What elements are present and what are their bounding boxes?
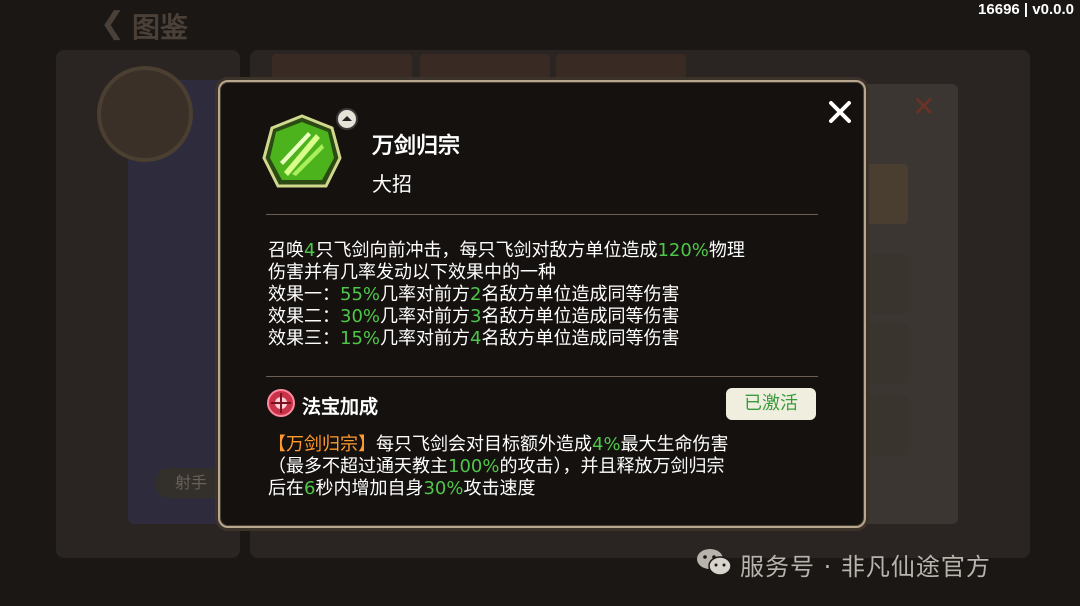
background-topbar: ❮ 图鉴 (0, 0, 1080, 48)
skill-description: 召唤4只飞剑向前冲击，每只飞剑对敌方单位造成120%物理 伤害并有几率发动以下效… (268, 240, 828, 350)
value-text: 4 (470, 328, 482, 349)
value-text: 4% (592, 434, 621, 455)
treasure-description: 【万剑归宗】每只飞剑会对目标额外造成4%最大生命伤害 （最多不超过通天教主100… (268, 434, 828, 500)
description-line: 效果三：15%几率对前方4名敌方单位造成同等伤害 (268, 328, 828, 350)
treasure-line: 后在6秒内增加自身30%攻击速度 (268, 478, 828, 500)
description-text: 效果一： (268, 284, 340, 305)
description-text: 效果二： (268, 306, 340, 327)
treasure-line: （最多不超过通天教主100%的攻击），并且释放万剑归宗 (268, 456, 828, 478)
description-text: 攻击速度 (463, 478, 536, 499)
back-arrow-icon[interactable]: ❮ (100, 6, 125, 41)
background-close-icon: ✕ (912, 90, 936, 123)
description-text: 几率对前方 (380, 306, 471, 327)
description-text: 效果三： (268, 328, 340, 349)
description-text: 每只飞剑会对目标额外造成 (376, 434, 592, 455)
version-label: 16696 | v0.0.0 (978, 1, 1074, 18)
background-button (866, 254, 908, 314)
description-text: 物理 (708, 240, 745, 261)
description-text: 几率对前方 (380, 284, 471, 305)
description-text: 名敌方单位造成同等伤害 (481, 306, 680, 327)
background-strip (420, 54, 550, 80)
value-text: 4 (304, 240, 316, 261)
watermark: 服务号 · 非凡仙途官方 (696, 544, 991, 584)
skill-name: 万剑归宗 (372, 134, 461, 159)
value-text: 100% (448, 456, 500, 477)
description-text: 伤害并有几率发动以下效果中的一种 (268, 262, 556, 283)
description-text: 秒内增加自身 (315, 478, 424, 499)
background-role-label: 射手 (156, 468, 226, 498)
value-text: 15% (340, 328, 381, 349)
treasure-line: 【万剑归宗】每只飞剑会对目标额外造成4%最大生命伤害 (268, 434, 828, 456)
description-line: 效果二：30%几率对前方3名敌方单位造成同等伤害 (268, 306, 828, 328)
value-text: 55% (340, 284, 381, 305)
description-text: 最大生命伤害 (620, 434, 729, 455)
description-line: 伤害并有几率发动以下效果中的一种 (268, 262, 828, 284)
value-text: 3 (470, 306, 482, 327)
background-avatar (97, 66, 193, 162)
background-page-title: 图鉴 (132, 11, 189, 44)
watermark-text: 服务号 · 非凡仙途官方 (740, 552, 991, 581)
close-icon[interactable] (824, 96, 856, 128)
status-badge: 已激活 (726, 388, 816, 420)
background-button (866, 164, 908, 224)
description-text: 只飞剑向前冲击，每只飞剑对敌方单位造成 (315, 240, 658, 261)
chevron-up-icon[interactable] (336, 108, 358, 130)
treasure-icon (266, 388, 296, 418)
background-button (866, 324, 908, 384)
description-text: （最多不超过通天教主 (268, 456, 448, 477)
value-text: 2 (470, 284, 482, 305)
description-text: 的攻击），并且释放万剑归宗 (499, 456, 725, 477)
skill-type: 大招 (372, 172, 412, 196)
skill-detail-popup: 万剑归宗 大招 召唤4只飞剑向前冲击，每只飞剑对敌方单位造成120%物理 伤害并… (218, 80, 866, 528)
value-text: 120% (657, 240, 709, 261)
value-text: 6 (304, 478, 316, 499)
sword-skill-icon (262, 114, 342, 194)
wechat-icon (696, 547, 732, 581)
highlight-text: 【万剑归宗】 (268, 434, 376, 455)
treasure-bonus-title: 法宝加成 (302, 396, 379, 418)
background-strip (272, 54, 412, 80)
divider (266, 376, 818, 377)
background-button (866, 396, 908, 456)
description-line: 效果一：55%几率对前方2名敌方单位造成同等伤害 (268, 284, 828, 306)
description-text: 几率对前方 (380, 328, 471, 349)
divider (266, 214, 818, 215)
description-text: 后在 (268, 478, 304, 499)
description-line: 召唤4只飞剑向前冲击，每只飞剑对敌方单位造成120%物理 (268, 240, 828, 262)
value-text: 30% (423, 478, 464, 499)
description-text: 名敌方单位造成同等伤害 (481, 284, 680, 305)
description-text: 名敌方单位造成同等伤害 (481, 328, 680, 349)
background-strip (556, 54, 686, 80)
description-text: 召唤 (268, 240, 304, 261)
value-text: 30% (340, 306, 381, 327)
